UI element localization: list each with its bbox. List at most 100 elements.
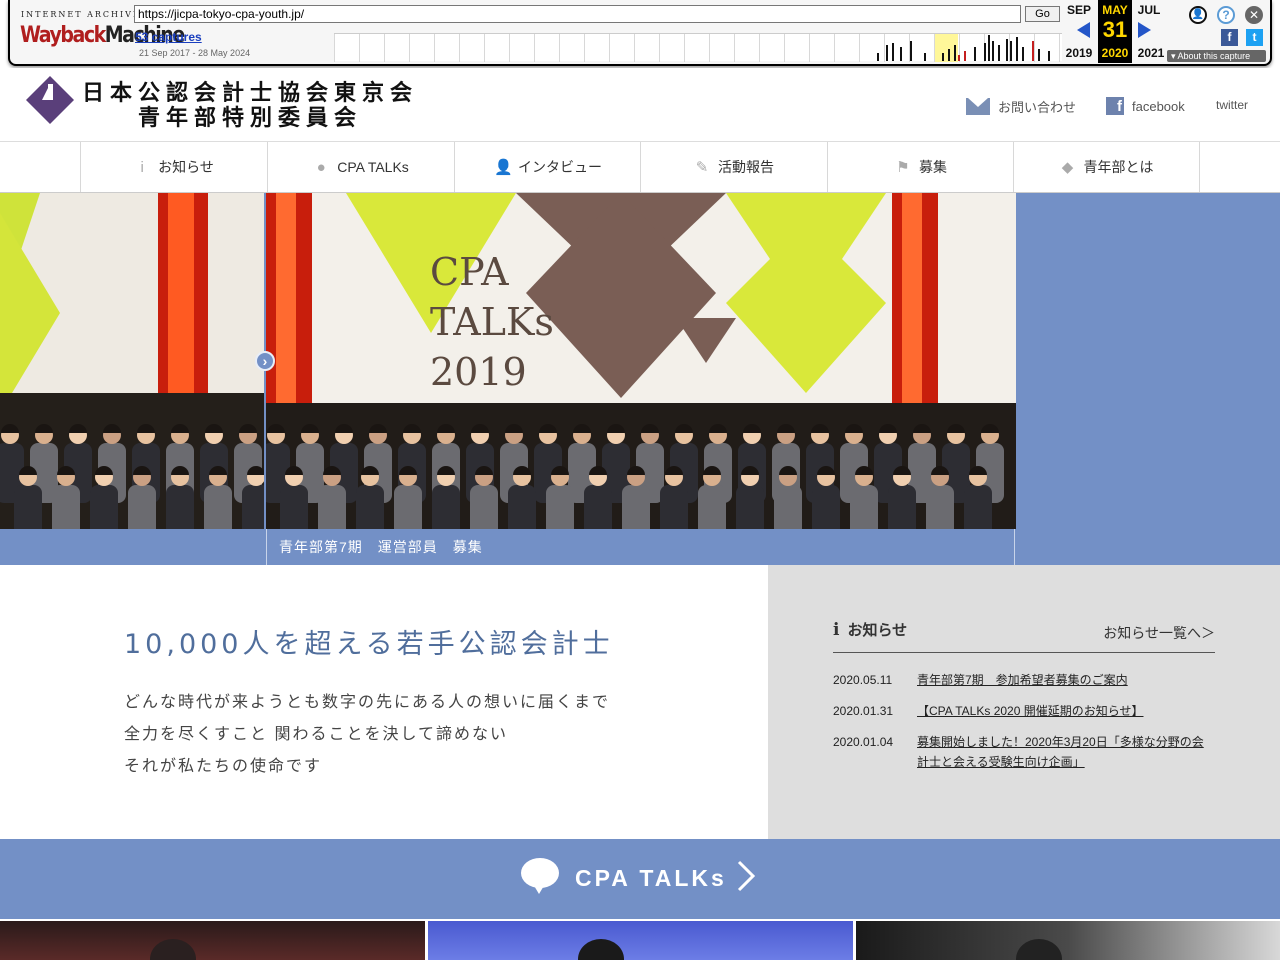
mail-icon <box>966 98 990 115</box>
internet-archive-label: INTERNET ARCHIVE <box>21 10 141 19</box>
person-body <box>242 485 264 529</box>
slider-next-arrow-icon[interactable]: › <box>255 351 275 371</box>
capture-bar[interactable] <box>1022 47 1024 61</box>
person-body <box>736 485 764 529</box>
capture-bar[interactable] <box>892 43 894 61</box>
contact-link[interactable]: お問い合わせ <box>966 97 1076 116</box>
person-hair <box>239 424 257 433</box>
prev-month-label[interactable]: SEP <box>1062 3 1096 17</box>
twitter-share-icon[interactable]: t <box>1246 29 1263 46</box>
speech-bubble-icon <box>521 858 559 894</box>
news-link[interactable]: 【CPA TALKs 2020 開催延期のお知らせ】 <box>917 701 1215 721</box>
capture-bar[interactable] <box>1048 51 1050 61</box>
next-capture-arrow-icon[interactable] <box>1138 22 1151 38</box>
talk-thumbnail-2[interactable] <box>428 921 853 960</box>
person-body <box>698 485 726 529</box>
sparkline-cell <box>509 34 510 62</box>
close-icon[interactable]: ✕ <box>1245 6 1263 24</box>
capture-bar[interactable] <box>1032 41 1034 61</box>
news-link[interactable]: 募集開始しました！2020年3月20日「多様な分野の会計士と会える受験生向け企画… <box>917 732 1215 772</box>
capture-bar[interactable] <box>910 41 912 61</box>
crowd-left <box>0 424 264 529</box>
sparkline-cell <box>334 34 335 62</box>
nav-item-news[interactable]: i お知らせ <box>80 142 267 192</box>
person-body <box>926 485 954 529</box>
capture-bar[interactable] <box>924 53 926 61</box>
about-capture-button[interactable]: ▾ About this capture <box>1167 50 1266 62</box>
capture-bar[interactable] <box>877 53 879 61</box>
captures-link[interactable]: 53 captures <box>135 30 202 44</box>
capture-bar[interactable] <box>1038 49 1040 61</box>
next-year-label[interactable]: 2021 <box>1134 46 1168 60</box>
nav-item-interview[interactable]: 👤 インタビュー <box>454 142 641 192</box>
sparkline-cell <box>484 34 485 62</box>
capture-bar[interactable] <box>984 43 986 61</box>
pencil-icon: ✎ <box>695 159 709 176</box>
person-hair <box>437 424 455 433</box>
capture-bar[interactable] <box>958 55 960 61</box>
capture-bar[interactable] <box>974 47 976 61</box>
news-link[interactable]: 青年部第7期 参加希望者募集のご案内 <box>917 670 1215 690</box>
news-header: i お知らせ お知らせ一覧へ＞ <box>833 617 1215 653</box>
nav-item-activity[interactable]: ✎ 活動報告 <box>640 142 827 192</box>
capture-bar[interactable] <box>942 53 944 61</box>
nav-item-cpa-talks[interactable]: ● CPA TALKs <box>267 142 454 192</box>
next-month-label[interactable]: JUL <box>1132 3 1166 17</box>
capture-bar[interactable] <box>954 45 956 61</box>
person-hair <box>69 424 87 433</box>
prev-capture-arrow-icon[interactable] <box>1077 22 1090 38</box>
sparkline-cell <box>734 34 735 62</box>
chevron-right-icon <box>737 860 756 892</box>
capture-bar[interactable] <box>886 45 888 61</box>
capture-bar[interactable] <box>1016 37 1018 61</box>
news-title: i お知らせ <box>833 619 907 640</box>
capture-bar[interactable] <box>1006 39 1008 61</box>
jicpa-logo-icon[interactable] <box>26 76 74 124</box>
news-more-link[interactable]: お知らせ一覧へ＞ <box>1103 623 1215 643</box>
capture-sparkline[interactable] <box>334 33 1062 62</box>
wayback-logo[interactable]: WaybackMachine <box>20 20 185 50</box>
person-hair <box>675 424 693 433</box>
capture-bar[interactable] <box>1010 41 1012 61</box>
current-year: 2020 <box>1101 46 1129 60</box>
wayback-go-button[interactable]: Go <box>1025 6 1060 22</box>
capture-bar[interactable] <box>964 51 966 61</box>
facebook-link[interactable]: f facebook <box>1106 97 1185 115</box>
nav-item-recruit[interactable]: ⚑ 募集 <box>827 142 1014 192</box>
person-hair <box>709 424 727 433</box>
person-body <box>584 485 612 529</box>
cpa-talks-banner[interactable]: CPA TALKs <box>0 839 1280 919</box>
prev-year-label[interactable]: 2019 <box>1062 46 1096 60</box>
person-hair <box>267 424 285 433</box>
facebook-share-icon[interactable]: f <box>1221 29 1238 46</box>
sparkline-cell <box>884 34 885 62</box>
nav-item-about[interactable]: ◆ 青年部とは <box>1013 142 1200 192</box>
capture-bar[interactable] <box>998 45 1000 61</box>
wayback-url-input[interactable]: https://jicpa-tokyo-cpa-youth.jp/ <box>134 5 1021 23</box>
speaker-silhouette <box>578 939 624 960</box>
speaker-silhouette <box>150 939 196 960</box>
person-hair <box>171 424 189 433</box>
talk-thumbnail-3[interactable] <box>856 921 1280 960</box>
capture-date-range: 21 Sep 2017 - 28 May 2024 <box>139 48 251 58</box>
sparkline-cell <box>859 34 860 62</box>
capture-bar[interactable] <box>992 41 994 61</box>
intro-section: 10,000人を超える若手公認会計士 どんな時代が来ようとも数字の先にある人の想… <box>0 565 768 839</box>
capture-bar[interactable] <box>948 49 950 61</box>
hero-slide-current[interactable]: CPA TALKs 2019 <box>266 193 1016 529</box>
help-icon[interactable]: ? <box>1217 6 1235 24</box>
site-title-line2[interactable]: 青年部特別委員会 <box>138 100 362 132</box>
sparkline-cell <box>684 34 685 62</box>
hero-caption[interactable]: 青年部第7期 運営部員 募集 <box>266 529 1015 565</box>
person-body <box>470 485 498 529</box>
contact-label: お問い合わせ <box>998 100 1077 115</box>
person-hair <box>607 424 625 433</box>
talk-thumbnail-1[interactable] <box>0 921 425 960</box>
sparkline-cell <box>409 34 410 62</box>
capture-bar[interactable] <box>900 47 902 61</box>
twitter-link[interactable]: twitter <box>1216 98 1248 112</box>
capture-bar[interactable] <box>988 35 990 61</box>
account-icon[interactable]: 👤 <box>1189 6 1207 24</box>
hero-slide-previous[interactable] <box>0 193 264 529</box>
current-capture-date: MAY 31 2020 <box>1098 0 1132 63</box>
